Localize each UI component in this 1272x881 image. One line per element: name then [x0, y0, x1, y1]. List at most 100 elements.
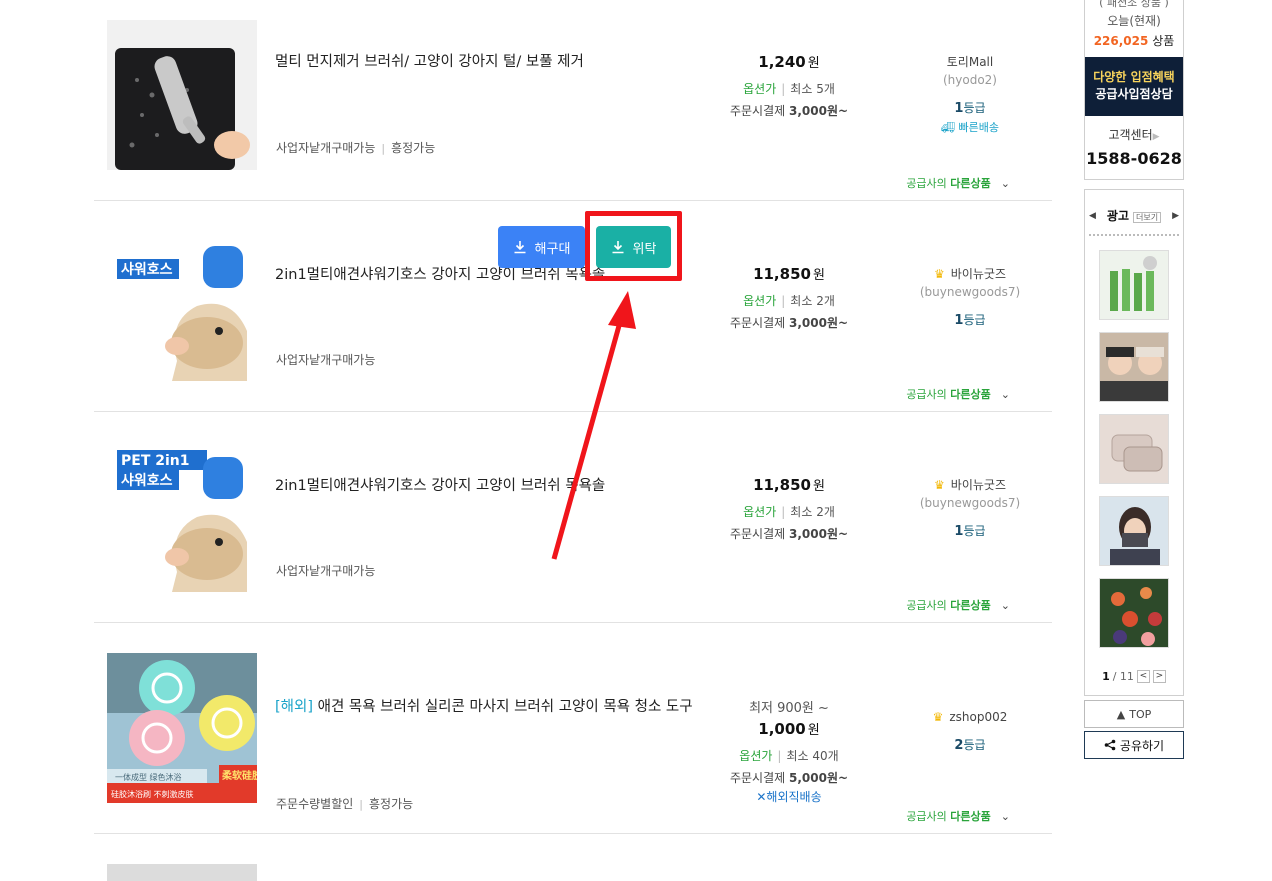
svg-text:硅胶沐浴刷 不刺激皮肤: 硅胶沐浴刷 不刺激皮肤 — [111, 789, 194, 799]
seller-name[interactable]: ♛ 바이뉴굿즈 — [890, 265, 1050, 282]
product-count: 226,025 상품 — [1093, 34, 1175, 48]
product-title-text[interactable]: 2in1멀티애견샤워기호스 강아지 고양이 브러쉬 목욕솔 — [275, 267, 605, 283]
seller-name[interactable]: ♛ 바이뉴굿즈 — [890, 476, 1050, 493]
today-label: 오늘(현재) — [1107, 14, 1161, 28]
product-list-page: 멀티 먼지제거 브러쉬/ 고양이 강아지 털/ 보풀 제거 사업자낱개구매가능 |… — [0, 0, 1272, 881]
product-image-shower-hose[interactable]: PET 2in1 샤워호스 — [107, 442, 257, 592]
payment-info: 주문시결제 3,000원~ — [729, 316, 849, 330]
sidebar-cut-text: ( 패션조 상품 ) — [1099, 0, 1169, 9]
ad-current-page: 1 — [1102, 670, 1110, 683]
product-title[interactable]: 멀티 먼지제거 브러쉬/ 고양이 강아지 털/ 보풀 제거 — [275, 52, 695, 73]
payment-info: 주문시결제 3,000원~ — [729, 104, 849, 118]
seller-grade: 2등급 — [954, 738, 986, 753]
ad-item[interactable] — [1099, 250, 1169, 320]
product-row: 멀티 먼지제거 브러쉬/ 고양이 강아지 털/ 보풀 제거 사업자낱개구매가능 |… — [94, 0, 1052, 201]
price-box: 11,850 원 옵션가 | 최소 2개 주문시결제 3,000원~ — [704, 475, 874, 542]
annotation-arrow — [551, 291, 636, 560]
ad-item[interactable] — [1099, 414, 1169, 484]
min-order: 최소 5개 — [790, 82, 835, 96]
scroll-top-button[interactable]: ▲ TOP — [1084, 700, 1184, 728]
product-tags: 사업자낱개구매가능 — [276, 562, 375, 579]
supplier-signup-banner[interactable]: 다양한 입점혜택 공급사입점상담 — [1085, 57, 1183, 116]
tag: 주문수량별할인 — [276, 797, 354, 811]
product-tags: 주문수량별할인 | 흥정가능 — [276, 795, 413, 812]
option-info: 옵션가 | 최소 5개 — [743, 82, 835, 96]
option-info: 옵션가 | 최소 2개 — [743, 505, 835, 519]
seller-box: ♛ zshop002 2등급 — [890, 710, 1050, 753]
crown-icon: ♛ — [932, 710, 944, 724]
seller-name[interactable]: ♛ zshop002 — [890, 710, 1050, 724]
option-info: 옵션가 | 최소 40개 — [739, 749, 839, 763]
product-row — [94, 834, 1052, 881]
chevron-down-icon: ⌄ — [1000, 388, 1010, 401]
payment-info: 주문시결제 3,000원~ — [729, 527, 849, 541]
ad-item[interactable] — [1099, 496, 1169, 566]
download-icon — [514, 241, 526, 254]
svg-text:柔软硅胶: 柔软硅胶 — [221, 769, 257, 782]
chevron-down-icon: ⌄ — [1000, 177, 1010, 190]
price-box: 최저 900원 ~ 1,000 원 옵션가 | 최소 40개 주문시결제 5,000원… — [704, 697, 874, 805]
triangle-up-icon: ▲ — [1116, 707, 1126, 721]
seller-id: (hyodo2) — [942, 73, 997, 87]
product-title-text[interactable]: 멀티 먼지제거 브러쉬/ 고양이 강아지 털/ 보풀 제거 — [275, 54, 584, 70]
bulk-purchase-button[interactable]: 해구대 — [498, 226, 585, 268]
tag: 흥정가능 — [369, 797, 414, 811]
product-title[interactable]: [해외] 애견 목욕 브러쉬 실리콘 마사지 브러쉬 고양이 목욕 청소 도구 — [275, 697, 695, 718]
supplier-other-products-toggle[interactable]: 공급사의 다른상품 ⌄ — [906, 386, 1010, 402]
product-image-partial[interactable] — [107, 864, 257, 881]
tag: 흥정가능 — [391, 141, 436, 155]
seller-name[interactable]: 토리Mall — [890, 53, 1050, 70]
svg-text:一体成型 绿色沐浴: 一体成型 绿色沐浴 — [115, 772, 182, 782]
seller-grade: 1등급 — [954, 524, 986, 539]
product-title-text[interactable]: 애견 목욕 브러쉬 실리콘 마사지 브러쉬 고양이 목욕 청소 도구 — [318, 699, 693, 715]
product-image-silicone-brush[interactable]: 一体成型 绿色沐浴 硅胶沐浴刷 不刺激皮肤 柔软硅胶 — [107, 653, 257, 803]
arrow-left-icon[interactable]: ◀ — [1089, 211, 1096, 221]
price-box: 1,240 원 옵션가 | 최소 5개 주문시결제 3,000원~ — [704, 52, 874, 119]
svg-text:PET 2in1: PET 2in1 — [121, 453, 190, 469]
ad-label: 광고 — [1106, 209, 1129, 223]
product-image-shower-hose[interactable]: 샤워호스 — [107, 231, 257, 381]
customer-center-link[interactable]: 고객센터▶ — [1085, 126, 1183, 143]
arrow-right-icon[interactable]: ▶ — [1172, 211, 1179, 221]
fast-shipping-badge: 🚚︎ 빠른배송 — [941, 121, 999, 134]
min-order: 최소 40개 — [786, 749, 839, 763]
ad-prev-button[interactable]: < — [1136, 670, 1150, 683]
ad-item[interactable] — [1099, 332, 1169, 402]
chevron-down-icon: ⌄ — [1000, 599, 1010, 612]
bulk-purchase-label: 해구대 — [534, 241, 571, 257]
payment-info: 주문시결제 5,000원~ — [729, 771, 849, 785]
min-order: 최소 2개 — [790, 505, 835, 519]
share-button[interactable]: 공유하기 — [1084, 731, 1184, 759]
product-image-lint-brush[interactable] — [107, 20, 257, 170]
price: 1,000 원 — [758, 720, 820, 738]
tag-separator: | — [359, 798, 363, 811]
seller-grade: 1등급 — [954, 313, 986, 328]
option-price-label: 옵션가 — [743, 505, 777, 519]
plane-icon: ✕ — [756, 790, 767, 804]
divider — [1089, 234, 1179, 236]
option-price-label: 옵션가 — [739, 749, 773, 763]
price: 11,850 원 — [753, 265, 825, 283]
ad-next-button[interactable]: > — [1152, 670, 1166, 683]
seller-grade: 1등급 — [954, 101, 986, 116]
crown-icon: ♛ — [934, 478, 945, 492]
tag-separator: | — [381, 142, 386, 155]
ad-pager: 1/ 11 < > — [1085, 670, 1183, 683]
seller-box: ♛ 바이뉴굿즈 (buynewgoods7) 1등급 — [890, 265, 1050, 328]
svg-text:샤워호스: 샤워호스 — [121, 262, 173, 278]
seller-box: ♛ 바이뉴굿즈 (buynewgoods7) 1등급 — [890, 476, 1050, 539]
product-row: 一体成型 绿色沐浴 硅胶沐浴刷 不刺激皮肤 柔软硅胶 [해외] 애견 목욕 브러… — [94, 623, 1052, 834]
supplier-other-products-toggle[interactable]: 공급사의 다른상품 ⌄ — [906, 175, 1010, 191]
option-price-label: 옵션가 — [743, 294, 777, 308]
crown-icon: ♛ — [934, 267, 945, 281]
ad-item[interactable] — [1099, 578, 1169, 648]
supplier-other-products-toggle[interactable]: 공급사의 다른상품 ⌄ — [906, 597, 1010, 613]
ad-more-button[interactable]: 더보기 — [1133, 212, 1162, 223]
share-icon — [1104, 739, 1116, 751]
sidebar-ads: ◀ 광고 더보기 ▶ 1/ 11 < > — [1084, 189, 1184, 696]
supplier-other-products-toggle[interactable]: 공급사의 다른상품 ⌄ — [906, 808, 1010, 824]
oversea-tag: [해외] — [275, 699, 313, 715]
seller-id: (buynewgoods7) — [919, 496, 1021, 510]
minimum-price: 최저 900원 ~ — [749, 701, 829, 716]
truck-icon: 🚚︎ — [941, 121, 955, 134]
